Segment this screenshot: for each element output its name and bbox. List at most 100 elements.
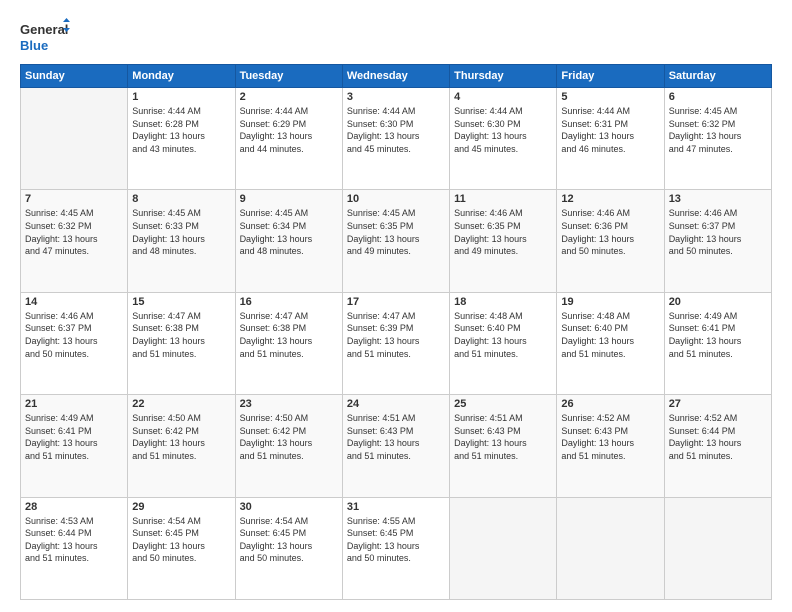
day-info: Sunrise: 4:52 AMSunset: 6:44 PMDaylight:… — [669, 412, 767, 462]
calendar-cell: 10Sunrise: 4:45 AMSunset: 6:35 PMDayligh… — [342, 190, 449, 292]
calendar-cell: 2 Sunrise: 4:44 AMSunset: 6:29 PMDaylight… — [235, 88, 342, 190]
day-number: 31 — [347, 501, 445, 513]
calendar-day-header: Thursday — [450, 65, 557, 88]
calendar-day-header: Monday — [128, 65, 235, 88]
day-info: Sunrise: 4:48 AMSunset: 6:40 PMDaylight:… — [454, 310, 552, 360]
day-info: Sunrise: 4:45 AMSunset: 6:33 PMDaylight:… — [132, 207, 230, 257]
day-info: Sunrise: 4:45 AMSunset: 6:32 PMDaylight:… — [25, 207, 123, 257]
calendar-week-row: 28 Sunrise: 4:53 AMSunset: 6:44 PMDayligh… — [21, 497, 772, 599]
logo-svg: General Blue — [20, 18, 70, 56]
calendar-cell: 28 Sunrise: 4:53 AMSunset: 6:44 PMDayligh… — [21, 497, 128, 599]
day-info: Sunrise: 4:45 AMSunset: 6:35 PMDaylight:… — [347, 207, 445, 257]
day-info: Sunrise: 4:49 AMSunset: 6:41 PMDaylight:… — [25, 412, 123, 462]
day-info: Sunrise: 4:46 AMSunset: 6:37 PMDaylight:… — [25, 310, 123, 360]
day-number: 19 — [561, 296, 659, 308]
logo: General Blue — [20, 18, 70, 56]
calendar-week-row: 7 Sunrise: 4:45 AMSunset: 6:32 PMDaylight… — [21, 190, 772, 292]
calendar-cell: 23Sunrise: 4:50 AMSunset: 6:42 PMDayligh… — [235, 395, 342, 497]
calendar-cell: 20Sunrise: 4:49 AMSunset: 6:41 PMDayligh… — [664, 292, 771, 394]
day-number: 26 — [561, 398, 659, 410]
calendar-day-header: Friday — [557, 65, 664, 88]
calendar-cell: 7 Sunrise: 4:45 AMSunset: 6:32 PMDaylight… — [21, 190, 128, 292]
day-info: Sunrise: 4:47 AMSunset: 6:38 PMDaylight:… — [132, 310, 230, 360]
calendar-week-row: 1 Sunrise: 4:44 AMSunset: 6:28 PMDaylight… — [21, 88, 772, 190]
day-info: Sunrise: 4:46 AMSunset: 6:35 PMDaylight:… — [454, 207, 552, 257]
day-info: Sunrise: 4:51 AMSunset: 6:43 PMDaylight:… — [454, 412, 552, 462]
calendar-cell — [557, 497, 664, 599]
day-number: 21 — [25, 398, 123, 410]
day-number: 3 — [347, 91, 445, 103]
calendar-cell: 31Sunrise: 4:55 AMSunset: 6:45 PMDayligh… — [342, 497, 449, 599]
day-info: Sunrise: 4:44 AMSunset: 6:31 PMDaylight:… — [561, 105, 659, 155]
day-number: 18 — [454, 296, 552, 308]
calendar-cell: 25 Sunrise: 4:51 AMSunset: 6:43 PMDayligh… — [450, 395, 557, 497]
day-number: 29 — [132, 501, 230, 513]
day-number: 24 — [347, 398, 445, 410]
day-number: 25 — [454, 398, 552, 410]
day-number: 7 — [25, 193, 123, 205]
day-number: 8 — [132, 193, 230, 205]
day-info: Sunrise: 4:47 AMSunset: 6:39 PMDaylight:… — [347, 310, 445, 360]
svg-text:Blue: Blue — [20, 38, 48, 53]
calendar-cell: 3 Sunrise: 4:44 AMSunset: 6:30 PMDaylight… — [342, 88, 449, 190]
day-info: Sunrise: 4:44 AMSunset: 6:28 PMDaylight:… — [132, 105, 230, 155]
day-info: Sunrise: 4:49 AMSunset: 6:41 PMDaylight:… — [669, 310, 767, 360]
day-info: Sunrise: 4:45 AMSunset: 6:32 PMDaylight:… — [669, 105, 767, 155]
day-info: Sunrise: 4:52 AMSunset: 6:43 PMDaylight:… — [561, 412, 659, 462]
day-number: 9 — [240, 193, 338, 205]
day-number: 12 — [561, 193, 659, 205]
day-info: Sunrise: 4:54 AMSunset: 6:45 PMDaylight:… — [240, 515, 338, 565]
day-info: Sunrise: 4:45 AMSunset: 6:34 PMDaylight:… — [240, 207, 338, 257]
calendar-cell: 4Sunrise: 4:44 AMSunset: 6:30 PMDaylight… — [450, 88, 557, 190]
calendar-cell: 26 Sunrise: 4:52 AMSunset: 6:43 PMDayligh… — [557, 395, 664, 497]
day-number: 17 — [347, 296, 445, 308]
day-info: Sunrise: 4:50 AMSunset: 6:42 PMDaylight:… — [132, 412, 230, 462]
page: General Blue SundayMondayTuesdayWednesda… — [0, 0, 792, 612]
calendar-cell: 27Sunrise: 4:52 AMSunset: 6:44 PMDayligh… — [664, 395, 771, 497]
day-number: 15 — [132, 296, 230, 308]
calendar-week-row: 14 Sunrise: 4:46 AMSunset: 6:37 PMDayligh… — [21, 292, 772, 394]
day-number: 22 — [132, 398, 230, 410]
day-number: 11 — [454, 193, 552, 205]
calendar-cell: 5Sunrise: 4:44 AMSunset: 6:31 PMDaylight… — [557, 88, 664, 190]
day-number: 6 — [669, 91, 767, 103]
calendar-cell: 16Sunrise: 4:47 AMSunset: 6:38 PMDayligh… — [235, 292, 342, 394]
calendar-cell: 21 Sunrise: 4:49 AMSunset: 6:41 PMDayligh… — [21, 395, 128, 497]
header: General Blue — [20, 18, 772, 56]
calendar-cell: 9 Sunrise: 4:45 AMSunset: 6:34 PMDaylight… — [235, 190, 342, 292]
calendar-cell: 19 Sunrise: 4:48 AMSunset: 6:40 PMDayligh… — [557, 292, 664, 394]
day-info: Sunrise: 4:51 AMSunset: 6:43 PMDaylight:… — [347, 412, 445, 462]
calendar-cell: 6 Sunrise: 4:45 AMSunset: 6:32 PMDaylight… — [664, 88, 771, 190]
day-info: Sunrise: 4:48 AMSunset: 6:40 PMDaylight:… — [561, 310, 659, 360]
day-info: Sunrise: 4:44 AMSunset: 6:29 PMDaylight:… — [240, 105, 338, 155]
calendar-day-header: Tuesday — [235, 65, 342, 88]
day-number: 14 — [25, 296, 123, 308]
calendar-week-row: 21 Sunrise: 4:49 AMSunset: 6:41 PMDayligh… — [21, 395, 772, 497]
day-number: 2 — [240, 91, 338, 103]
calendar-cell — [21, 88, 128, 190]
calendar-cell: 30 Sunrise: 4:54 AMSunset: 6:45 PMDayligh… — [235, 497, 342, 599]
day-info: Sunrise: 4:46 AMSunset: 6:36 PMDaylight:… — [561, 207, 659, 257]
day-info: Sunrise: 4:44 AMSunset: 6:30 PMDaylight:… — [454, 105, 552, 155]
calendar-header-row: SundayMondayTuesdayWednesdayThursdayFrid… — [21, 65, 772, 88]
day-info: Sunrise: 4:53 AMSunset: 6:44 PMDaylight:… — [25, 515, 123, 565]
calendar-cell: 17 Sunrise: 4:47 AMSunset: 6:39 PMDayligh… — [342, 292, 449, 394]
calendar-day-header: Wednesday — [342, 65, 449, 88]
calendar-cell: 13 Sunrise: 4:46 AMSunset: 6:37 PMDayligh… — [664, 190, 771, 292]
calendar-cell: 12 Sunrise: 4:46 AMSunset: 6:36 PMDayligh… — [557, 190, 664, 292]
day-info: Sunrise: 4:44 AMSunset: 6:30 PMDaylight:… — [347, 105, 445, 155]
day-info: Sunrise: 4:46 AMSunset: 6:37 PMDaylight:… — [669, 207, 767, 257]
day-info: Sunrise: 4:47 AMSunset: 6:38 PMDaylight:… — [240, 310, 338, 360]
calendar-cell: 8 Sunrise: 4:45 AMSunset: 6:33 PMDaylight… — [128, 190, 235, 292]
day-info: Sunrise: 4:54 AMSunset: 6:45 PMDaylight:… — [132, 515, 230, 565]
calendar-cell: 24 Sunrise: 4:51 AMSunset: 6:43 PMDayligh… — [342, 395, 449, 497]
calendar-cell — [450, 497, 557, 599]
calendar-cell: 29 Sunrise: 4:54 AMSunset: 6:45 PMDayligh… — [128, 497, 235, 599]
svg-text:General: General — [20, 22, 68, 37]
calendar-cell: 15 Sunrise: 4:47 AMSunset: 6:38 PMDayligh… — [128, 292, 235, 394]
day-number: 1 — [132, 91, 230, 103]
day-number: 30 — [240, 501, 338, 513]
day-number: 13 — [669, 193, 767, 205]
day-number: 28 — [25, 501, 123, 513]
calendar-cell: 1 Sunrise: 4:44 AMSunset: 6:28 PMDaylight… — [128, 88, 235, 190]
